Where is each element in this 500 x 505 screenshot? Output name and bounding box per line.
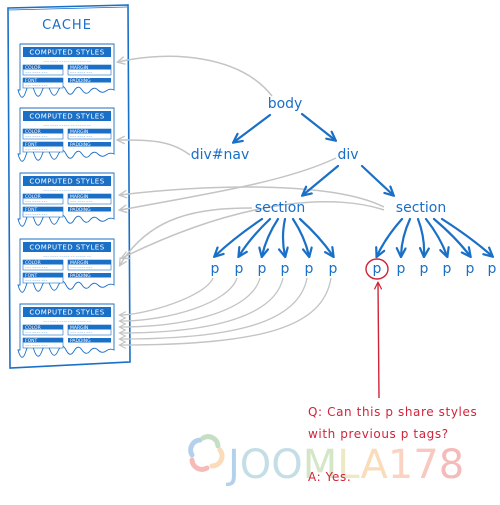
edge-div-section-right bbox=[360, 164, 393, 195]
link-section-right2-to-cache bbox=[122, 201, 385, 258]
field-value: ~~~ ~~~~ ~~~ bbox=[25, 85, 48, 88]
cache-title: CACHE bbox=[42, 18, 92, 33]
edge-section-right-p bbox=[416, 217, 424, 256]
edge-section-left-p bbox=[283, 217, 285, 256]
node-p-right-3: p bbox=[443, 261, 452, 277]
field-value: ~~~ ~~~~ ~~~ bbox=[25, 214, 48, 217]
field-label-margin: MARGIN bbox=[70, 129, 88, 135]
node-p-right-4: p bbox=[466, 261, 475, 277]
edge-section-right-p bbox=[401, 217, 412, 256]
field-label-padding: PADDING bbox=[70, 273, 91, 279]
field-value: ~~~ ~~~~ ~~~ bbox=[25, 280, 48, 283]
link-section-right-to-cache bbox=[120, 186, 385, 208]
field-label-padding: PADDING bbox=[70, 338, 91, 344]
node-body: body bbox=[268, 96, 303, 112]
red-arrow bbox=[378, 283, 379, 399]
field-label-font: FONT bbox=[25, 273, 37, 279]
node-p-left-4: p bbox=[305, 261, 314, 277]
node-p-right-0: p bbox=[373, 261, 382, 277]
question-line-2: with previous p tags? bbox=[308, 427, 449, 441]
field-label-padding: PADDING bbox=[70, 142, 91, 148]
field-value: ~~~ ~~~~ ~~~ bbox=[25, 267, 48, 270]
question-line-1: Q: Can this p share styles bbox=[308, 405, 477, 419]
node-p-right-2: p bbox=[420, 261, 429, 277]
edge-section-left-p bbox=[298, 217, 333, 256]
field-label-padding: PADDING bbox=[70, 78, 91, 84]
card-subtitle: ~~~ ~~~~ ~~~~~ ~~ ~~~~~ ~~ bbox=[43, 60, 91, 63]
cache-panel: CACHE COMPUTED STYLES ~~~ ~~~~ ~~~~~ ~~ ~… bbox=[7, 4, 131, 369]
edge-section-right-p bbox=[424, 217, 447, 256]
field-label-color: COLOR bbox=[25, 325, 41, 331]
field-label-font: FONT bbox=[25, 142, 37, 148]
card-subtitle: ~~~ ~~~~ ~~~~~ ~~ ~~~~~ ~~ bbox=[43, 320, 91, 323]
field-value: ~~~ ~~~~ ~~~ bbox=[70, 136, 93, 139]
node-section-right: section bbox=[396, 200, 446, 216]
field-value: ~~~ ~~~~ ~~~ bbox=[25, 332, 48, 335]
node-p-left-1: p bbox=[235, 261, 244, 277]
node-p-right-5: p bbox=[488, 261, 497, 277]
field-label-color: COLOR bbox=[25, 260, 41, 266]
field-value: ~~~ ~~~~ ~~~ bbox=[70, 332, 93, 335]
link-body-to-cache bbox=[118, 55, 273, 97]
node-p-left-2: p bbox=[258, 261, 267, 277]
edge-section-left-p bbox=[215, 217, 264, 256]
link-p-to-cache bbox=[120, 277, 214, 315]
p-cache-links bbox=[120, 277, 332, 345]
node-p-right-1: p bbox=[397, 261, 406, 277]
field-value: ~~~ ~~~~ ~~~ bbox=[25, 149, 48, 152]
card-subtitle: ~~~ ~~~~ ~~~~~ ~~ ~~~~~ ~~ bbox=[43, 255, 91, 258]
field-label-color: COLOR bbox=[25, 65, 41, 71]
field-label-font: FONT bbox=[25, 207, 37, 213]
card-title: COMPUTED STYLES bbox=[29, 309, 104, 317]
answer-text: A: Yes. bbox=[308, 470, 351, 484]
link-p-to-cache bbox=[120, 277, 332, 345]
node-div: div bbox=[337, 147, 358, 163]
field-label-padding: PADDING bbox=[70, 207, 91, 213]
field-value: ~~~ ~~~~ ~~~ bbox=[70, 267, 93, 270]
field-value: ~~~ ~~~~ ~~~ bbox=[25, 345, 48, 348]
field-label-margin: MARGIN bbox=[70, 65, 88, 71]
edge-body-div bbox=[300, 112, 335, 140]
field-value: ~~~ ~~~~ ~~~ bbox=[25, 136, 48, 139]
card-subtitle: ~~~ ~~~~ ~~~~~ ~~ ~~~~~ ~~ bbox=[43, 124, 91, 127]
field-label-color: COLOR bbox=[25, 194, 41, 200]
field-value: ~~~ ~~~~ ~~~ bbox=[25, 201, 48, 204]
diagram-canvas: JOOMLA178 CACHE COMPUTED STYLES~~~ ~~~~ … bbox=[7, 4, 497, 488]
watermark-logo-icon bbox=[188, 434, 225, 472]
link-p-to-cache bbox=[120, 277, 308, 339]
edge-body-divnav bbox=[234, 113, 272, 142]
node-p-left-3: p bbox=[281, 261, 290, 277]
field-label-color: COLOR bbox=[25, 129, 41, 135]
node-p-left-5: p bbox=[329, 261, 338, 277]
card-title: COMPUTED STYLES bbox=[29, 113, 104, 121]
node-section-left: section bbox=[255, 200, 305, 216]
link-section-left-to-cache bbox=[120, 207, 253, 265]
field-label-margin: MARGIN bbox=[70, 194, 88, 200]
link-p-to-cache bbox=[120, 277, 238, 321]
card-subtitle: ~~~ ~~~~ ~~~~~ ~~ ~~~~~ ~~ bbox=[43, 189, 91, 192]
node-p-left-0: p bbox=[211, 261, 220, 277]
field-value: ~~~ ~~~~ ~~~ bbox=[70, 72, 93, 75]
field-value: ~~~ ~~~~ ~~~ bbox=[25, 72, 48, 75]
field-label-font: FONT bbox=[25, 338, 37, 344]
field-label-font: FONT bbox=[25, 78, 37, 84]
edge-section-right-p bbox=[377, 217, 404, 256]
node-div-nav: div#nav bbox=[191, 147, 250, 163]
card-title: COMPUTED STYLES bbox=[29, 49, 104, 57]
field-value: ~~~ ~~~~ ~~~ bbox=[70, 201, 93, 204]
field-label-margin: MARGIN bbox=[70, 260, 88, 266]
field-label-margin: MARGIN bbox=[70, 325, 88, 331]
card-title: COMPUTED STYLES bbox=[29, 244, 104, 252]
card-title: COMPUTED STYLES bbox=[29, 178, 104, 186]
